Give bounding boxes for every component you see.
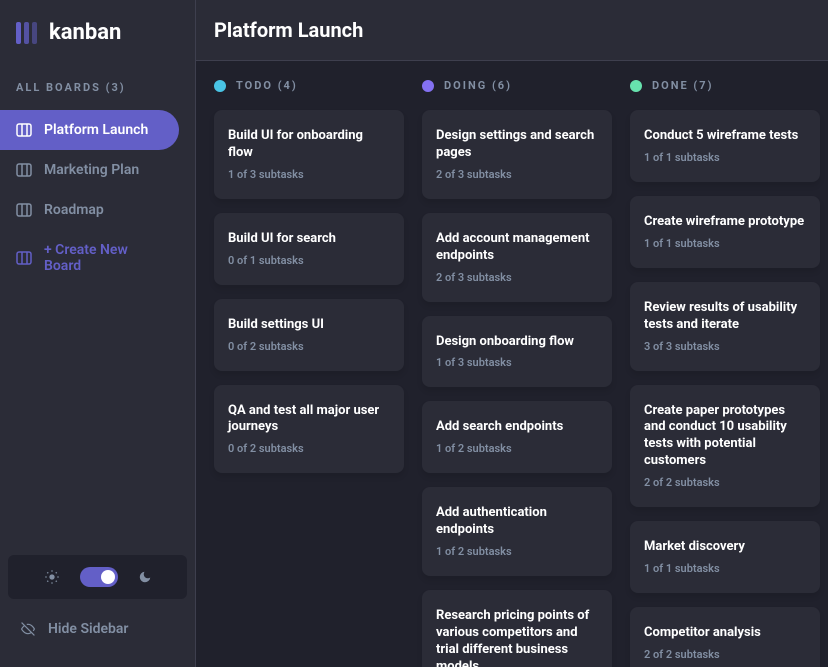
task-card-title: Create wireframe prototype [644, 214, 806, 231]
task-card[interactable]: Design onboarding flow 1 of 3 subtasks [422, 316, 612, 388]
app-name: kanban [49, 20, 121, 45]
eye-off-icon [20, 622, 36, 636]
task-card-subtasks: 1 of 1 subtasks [644, 237, 806, 250]
sidebar-item-roadmap[interactable]: Roadmap [0, 190, 179, 230]
hide-sidebar-label: Hide Sidebar [48, 621, 128, 637]
column-title: DONE (7) [652, 79, 713, 92]
task-card[interactable]: Build UI for onboarding flow 1 of 3 subta… [214, 110, 404, 199]
column-todo: TODO (4) Build UI for onboarding flow 1 of… [214, 79, 404, 649]
task-card[interactable]: Design settings and search pages 2 of 3 s… [422, 110, 612, 199]
task-card[interactable]: QA and test all major user journeys 0 of … [214, 385, 404, 474]
column-title: TODO (4) [236, 79, 298, 92]
task-card-subtasks: 0 of 2 subtasks [228, 340, 390, 353]
card-list: Design settings and search pages 2 of 3 s… [422, 110, 612, 667]
kanban-board: TODO (4) Build UI for onboarding flow 1 of… [196, 61, 828, 667]
create-new-board-button[interactable]: + Create New Board [0, 230, 179, 286]
sun-icon [44, 569, 60, 585]
sidebar-bottom: Hide Sidebar [0, 555, 195, 667]
task-card[interactable]: Add authentication endpoints 1 of 2 subta… [422, 487, 612, 576]
task-card-title: Add authentication endpoints [436, 505, 598, 539]
task-card-title: Design onboarding flow [436, 334, 598, 351]
logo-icon [16, 22, 37, 44]
column-dot-icon [630, 80, 642, 92]
board-icon [16, 122, 32, 138]
column-dot-icon [422, 80, 434, 92]
task-card[interactable]: Build UI for search 0 of 1 subtasks [214, 213, 404, 285]
task-card-subtasks: 0 of 1 subtasks [228, 254, 390, 267]
page-title: Platform Launch [214, 18, 810, 42]
main: Platform Launch TODO (4) Build UI for onb… [196, 0, 828, 667]
task-card-subtasks: 1 of 2 subtasks [436, 442, 598, 455]
task-card-title: Build UI for search [228, 231, 390, 248]
task-card[interactable]: Create wireframe prototype 1 of 1 subtask… [630, 196, 820, 268]
task-card-subtasks: 1 of 1 subtasks [644, 562, 806, 575]
task-card-title: Conduct 5 wireframe tests [644, 128, 806, 145]
task-card-title: Review results of usability tests and it… [644, 300, 806, 334]
card-list: Conduct 5 wireframe tests 1 of 1 subtasks… [630, 110, 820, 667]
toggle-knob [101, 570, 115, 584]
task-card[interactable]: Create paper prototypes and conduct 10 u… [630, 385, 820, 508]
task-card-title: Research pricing points of various compe… [436, 608, 598, 667]
header: Platform Launch [196, 0, 828, 61]
app-logo: kanban [0, 20, 195, 45]
task-card-subtasks: 1 of 2 subtasks [436, 545, 598, 558]
theme-toggle [8, 555, 187, 599]
column-doing: DOING (6) Design settings and search page… [422, 79, 612, 649]
task-card-title: Market discovery [644, 539, 806, 556]
task-card[interactable]: Add search endpoints 1 of 2 subtasks [422, 401, 612, 473]
task-card[interactable]: Build settings UI 0 of 2 subtasks [214, 299, 404, 371]
sidebar-item-label: Roadmap [44, 202, 104, 218]
task-card-subtasks: 2 of 3 subtasks [436, 168, 598, 181]
card-list: Build UI for onboarding flow 1 of 3 subta… [214, 110, 404, 473]
task-card-title: Design settings and search pages [436, 128, 598, 162]
task-card[interactable]: Review results of usability tests and it… [630, 282, 820, 371]
task-card[interactable]: Research pricing points of various compe… [422, 590, 612, 667]
sidebar-item-platform-launch[interactable]: Platform Launch [0, 110, 179, 150]
task-card[interactable]: Add account management endpoints 2 of 3 s… [422, 213, 612, 302]
board-icon [16, 162, 32, 178]
sidebar-item-marketing-plan[interactable]: Marketing Plan [0, 150, 179, 190]
task-card-subtasks: 1 of 1 subtasks [644, 151, 806, 164]
board-list: Platform Launch Marketing Plan Roadmap +… [0, 110, 195, 555]
task-card-title: QA and test all major user journeys [228, 403, 390, 437]
board-icon [16, 202, 32, 218]
task-card-title: Competitor analysis [644, 625, 806, 642]
column-header: DONE (7) [630, 79, 820, 92]
task-card[interactable]: Market discovery 1 of 1 subtasks [630, 521, 820, 593]
task-card-title: Build UI for onboarding flow [228, 128, 390, 162]
task-card-subtasks: 2 of 3 subtasks [436, 271, 598, 284]
column-header: DOING (6) [422, 79, 612, 92]
task-card-title: Build settings UI [228, 317, 390, 334]
task-card-subtasks: 2 of 2 subtasks [644, 648, 806, 661]
board-icon [16, 250, 32, 266]
column-dot-icon [214, 80, 226, 92]
task-card-subtasks: 1 of 3 subtasks [436, 356, 598, 369]
task-card-title: Add search endpoints [436, 419, 598, 436]
hide-sidebar-button[interactable]: Hide Sidebar [8, 611, 187, 647]
create-new-board-label: + Create New Board [44, 242, 163, 274]
task-card-title: Add account management endpoints [436, 231, 598, 265]
column-title: DOING (6) [444, 79, 512, 92]
column-done: DONE (7) Conduct 5 wireframe tests 1 of 1 … [630, 79, 820, 649]
sidebar: kanban All Boards (3) Platform Launch Ma… [0, 0, 196, 667]
task-card-title: Create paper prototypes and conduct 10 u… [644, 403, 806, 471]
boards-header: All Boards (3) [0, 81, 195, 94]
moon-icon [138, 570, 152, 584]
task-card-subtasks: 3 of 3 subtasks [644, 340, 806, 353]
theme-toggle-switch[interactable] [80, 567, 118, 587]
task-card-subtasks: 2 of 2 subtasks [644, 476, 806, 489]
task-card-subtasks: 1 of 3 subtasks [228, 168, 390, 181]
sidebar-item-label: Marketing Plan [44, 162, 139, 178]
task-card[interactable]: Competitor analysis 2 of 2 subtasks [630, 607, 820, 667]
column-header: TODO (4) [214, 79, 404, 92]
task-card[interactable]: Conduct 5 wireframe tests 1 of 1 subtasks [630, 110, 820, 182]
task-card-subtasks: 0 of 2 subtasks [228, 442, 390, 455]
sidebar-item-label: Platform Launch [44, 122, 148, 138]
